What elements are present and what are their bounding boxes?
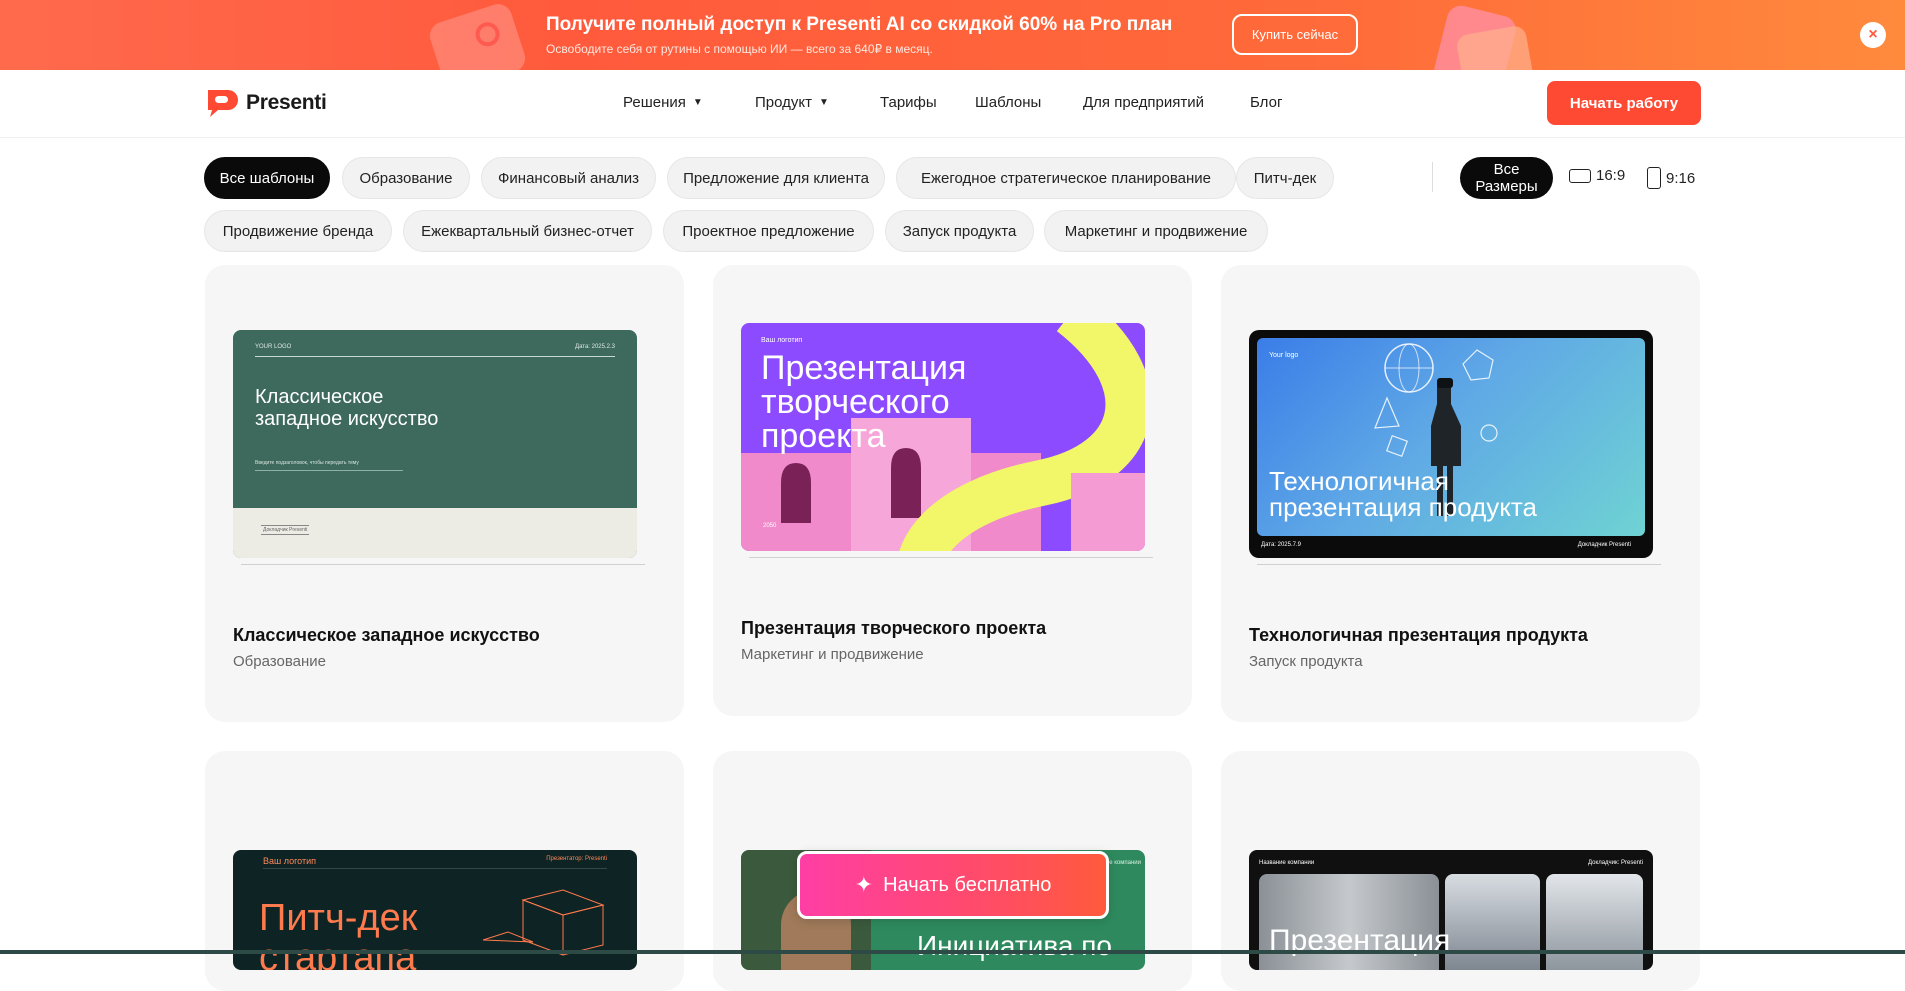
- template-category: Запуск продукта: [1249, 653, 1363, 670]
- size-all-label: Все Размеры: [1475, 161, 1537, 195]
- filter-chip-all[interactable]: Все шаблоны: [204, 157, 330, 199]
- size-filter-16-9[interactable]: 16:9: [1569, 167, 1625, 184]
- promo-banner: Получите полный доступ к Presenti AI со …: [0, 0, 1905, 70]
- thumb-heading: Презентация творческого проекта: [761, 351, 966, 453]
- template-card[interactable]: Ваш логотип Презентатор: Presenti Питч-д…: [205, 751, 684, 991]
- nav-solutions[interactable]: Решения ▼: [623, 94, 703, 111]
- nav-label: Для предприятий: [1083, 94, 1205, 111]
- promo-tag-decoration: [426, 0, 529, 70]
- thumb-logo: Your logo: [1269, 352, 1299, 359]
- chevron-down-icon: ▼: [692, 97, 703, 108]
- filter-chip-finance[interactable]: Финансовый анализ: [481, 157, 656, 199]
- template-thumbnail: YOUR LOGO Дата: 2025.2.3 Классическое за…: [233, 330, 637, 558]
- close-icon[interactable]: ×: [1860, 22, 1886, 48]
- start-free-button[interactable]: ✦ Начать бесплатно: [797, 851, 1109, 919]
- nav-label: Шаблоны: [975, 94, 1042, 111]
- thumb-date: Дата: 2025.7.9: [1261, 542, 1301, 548]
- site-header: Presenti Решения ▼ Продукт ▼ Тарифы Шабл…: [0, 70, 1905, 138]
- filter-chip-strategic-planning[interactable]: Ежегодное стратегическое планирование: [896, 157, 1236, 199]
- chevron-down-icon: ▼: [819, 97, 829, 108]
- size-all-line2: Размеры: [1475, 178, 1538, 195]
- template-card[interactable]: Название компании Докладчик: Presenti Пр…: [1221, 751, 1700, 991]
- filter-chip-pitch-deck[interactable]: Питч-дек: [1236, 157, 1334, 199]
- template-thumbnail: Your logo Технологичная презентация прод…: [1249, 330, 1653, 558]
- nav-label: Решения: [623, 94, 686, 111]
- thumb-shadow-line: [1257, 564, 1661, 565]
- promo-subtitle: Освободите себя от рутины с помощью ИИ —…: [546, 42, 933, 56]
- nav-blog[interactable]: Блог: [1250, 94, 1282, 111]
- portrait-icon: [1647, 167, 1661, 189]
- size-all-line1: Все: [1493, 161, 1520, 178]
- filter-chip-marketing[interactable]: Маркетинг и продвижение: [1044, 210, 1268, 252]
- size-filter-all[interactable]: Все Размеры: [1460, 157, 1553, 199]
- size-label: 9:16: [1666, 169, 1696, 187]
- thumb-logo: Ваш логотип: [761, 337, 803, 344]
- thumb-heading-line: Классическое: [255, 386, 384, 408]
- filter-chip-client-proposal[interactable]: Предложение для клиента: [667, 157, 885, 199]
- nav-label: Тарифы: [880, 94, 937, 111]
- filter-chip-brand-promotion[interactable]: Продвижение бренда: [204, 210, 392, 252]
- thumb-rule: [255, 470, 403, 471]
- thumb-speaker: Докладчик: Presenti: [1588, 860, 1643, 866]
- template-card[interactable]: YOUR LOGO Дата: 2025.2.3 Классическое за…: [205, 265, 684, 722]
- template-title: Презентация творческого проекта: [741, 618, 1047, 638]
- template-title: Технологичная презентация продукта: [1249, 625, 1588, 645]
- thumb-screen: Your logo Технологичная презентация прод…: [1257, 338, 1645, 536]
- thumb-shadow-line: [241, 564, 645, 565]
- template-card[interactable]: Your logo Технологичная презентация прод…: [1221, 265, 1700, 722]
- promo-title: Получите полный доступ к Presenti AI со …: [546, 14, 1173, 35]
- filter-chip-education[interactable]: Образование: [342, 157, 470, 199]
- thumb-heading: Технологичная презентация продукта: [1269, 468, 1537, 520]
- thumb-shadow-line: [749, 557, 1153, 558]
- logo-text: Presenti: [246, 91, 327, 114]
- filter-chip-quarterly-report[interactable]: Ежеквартальный бизнес-отчет: [403, 210, 652, 252]
- thumb-heading-line: западное искусство: [255, 408, 439, 430]
- nav-label: Блог: [1250, 94, 1283, 111]
- thumb-logo: Название компании: [1259, 860, 1315, 866]
- sparkle-icon: ✦: [854, 872, 874, 897]
- template-thumbnail: Ваш логотип Презентация творческого прое…: [741, 323, 1145, 551]
- thumb-logo: YOUR LOGO: [255, 344, 292, 350]
- filter-chip-product-launch[interactable]: Запуск продукта: [885, 210, 1034, 252]
- thumb-speaker: Докладчик Presenti: [1577, 542, 1631, 548]
- template-category: Образование: [233, 653, 326, 670]
- filter-chip-project-proposal[interactable]: Проектное предложение: [663, 210, 874, 252]
- thumb-heading-line: презентация продукта: [1269, 492, 1538, 522]
- nav-label: Продукт: [755, 94, 812, 111]
- template-card[interactable]: Ваш логотип Презентация творческого прое…: [713, 265, 1192, 716]
- thumb-rule: [255, 356, 615, 357]
- thumb-heading-line: творческого: [761, 383, 950, 421]
- thumb-photo: [1445, 874, 1540, 970]
- thumb-photo: [1546, 874, 1643, 970]
- landscape-icon: [1569, 168, 1591, 183]
- nav-templates[interactable]: Шаблоны: [975, 94, 1041, 111]
- thumb-year: 2050: [763, 523, 777, 529]
- thumb-heading: Инициатива по: [917, 930, 1112, 961]
- presenti-logo-icon: [208, 90, 238, 117]
- bottom-edge: [0, 950, 1905, 954]
- thumb-heading-line: Презентация: [761, 349, 967, 387]
- size-divider: [1432, 162, 1433, 192]
- nav-pricing[interactable]: Тарифы: [880, 94, 937, 111]
- start-free-label: Начать бесплатно: [883, 873, 1052, 896]
- template-category: Маркетинг и продвижение: [741, 646, 924, 663]
- thumb-heading: Классическое западное искусство: [255, 386, 438, 430]
- thumb-heading-line: Технологичная: [1269, 466, 1449, 496]
- logo[interactable]: Presenti: [204, 88, 327, 118]
- size-filter-9-16[interactable]: 9:16: [1647, 167, 1695, 189]
- thumb-date: Дата: 2025.2.3: [575, 344, 615, 350]
- nav-product[interactable]: Продукт ▼: [755, 94, 829, 111]
- thumb-subtext: Введите подзаголовок, чтобы передать тем…: [255, 460, 359, 466]
- nav-enterprise[interactable]: Для предприятий: [1083, 94, 1204, 111]
- template-title: Классическое западное искусство: [233, 625, 540, 645]
- thumb-heading-line: проекта: [761, 417, 886, 455]
- size-label: 16:9: [1596, 167, 1626, 184]
- thumb-footer: Докладчик Presenti: [261, 525, 310, 535]
- buy-now-button[interactable]: Купить сейчас: [1232, 14, 1358, 55]
- start-work-button[interactable]: Начать работу: [1547, 81, 1701, 125]
